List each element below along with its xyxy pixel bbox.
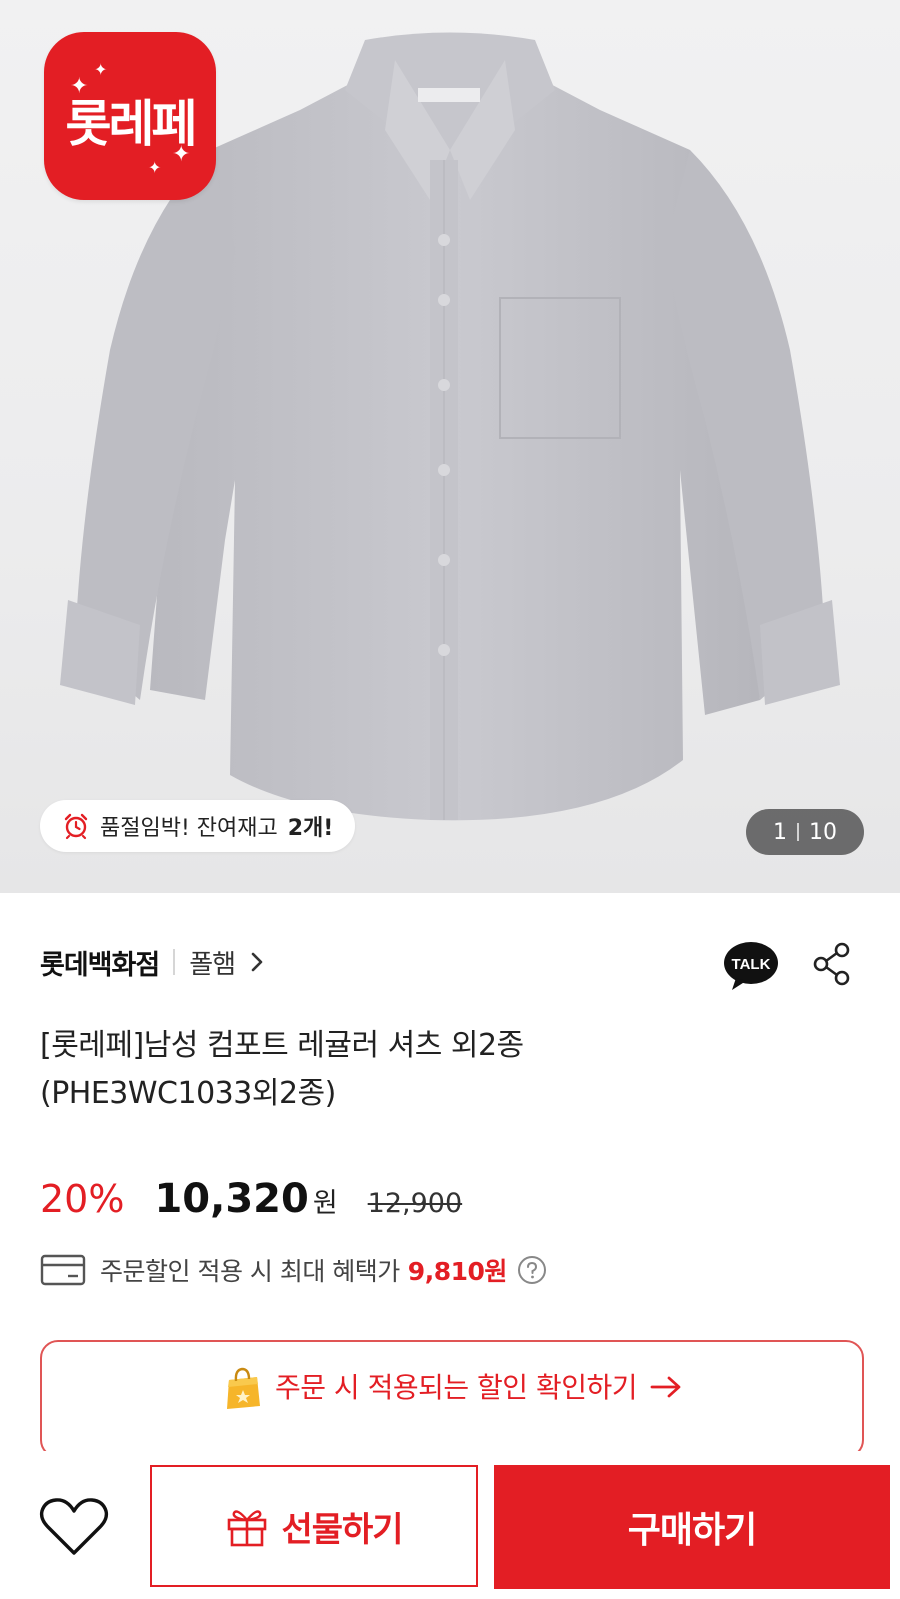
image-counter-current: 1	[773, 819, 787, 845]
product-image-gallery[interactable]: ✦ ✦ ✦ ✦ 롯레페 품절임박! 잔여재고 2개! 1 10	[0, 0, 900, 893]
original-price: 12,900	[367, 1188, 463, 1219]
product-title-line2: (PHE3WC1033외2종)	[40, 1076, 336, 1111]
sparkle-icon: ✦	[94, 60, 108, 79]
price-row: 20% 10,320 원 12,900	[40, 1176, 462, 1228]
heart-icon[interactable]	[38, 1495, 110, 1559]
benefit-text: 주문할인 적용 시 최대 혜택가	[100, 1257, 400, 1286]
image-counter-total: 10	[809, 819, 837, 845]
product-title: [롯레페]남성 컴포트 레귤러 셔츠 외2종 (PHE3WC1033외2종)	[40, 1022, 860, 1118]
brand-badge-text: 롯레페	[65, 95, 198, 153]
benefit-amount: 9,810원	[407, 1257, 508, 1286]
buy-button[interactable]: 구매하기	[494, 1465, 890, 1589]
check-discount-button[interactable]: 주문 시 적용되는 할인 확인하기	[40, 1340, 864, 1458]
kakao-talk-icon[interactable]: TALK	[722, 940, 780, 992]
shopping-bag-icon	[227, 1367, 260, 1409]
currency-unit: 원	[312, 1188, 338, 1219]
store-name[interactable]: 롯데백화점	[40, 943, 160, 982]
gift-button[interactable]: 선물하기	[150, 1465, 478, 1587]
counter-divider	[797, 823, 799, 841]
gift-button-label: 선물하기	[281, 1509, 403, 1550]
divider	[173, 949, 176, 975]
arrow-right-icon	[650, 1376, 681, 1398]
svg-text:TALK: TALK	[732, 956, 771, 973]
discount-rate: 20%	[40, 1177, 125, 1221]
bottom-action-bar: 선물하기 구매하기	[0, 1451, 900, 1599]
alarm-clock-icon	[64, 813, 88, 840]
stock-notice-text: 품절임박! 잔여재고	[100, 816, 278, 841]
sparkle-icon: ✦	[148, 158, 162, 177]
share-icon[interactable]	[812, 942, 852, 986]
stock-count: 2개!	[287, 816, 334, 841]
image-counter: 1 10	[746, 809, 864, 855]
low-stock-notice: 품절임박! 잔여재고 2개!	[40, 800, 356, 852]
store-info: 롯데백화점 폴햄	[40, 940, 265, 984]
chevron-right-icon[interactable]	[249, 951, 265, 973]
product-title-line1: [롯레페]남성 컴포트 레귤러 셔츠 외2종	[40, 1028, 524, 1063]
gift-icon	[228, 1510, 267, 1547]
credit-card-icon	[40, 1254, 86, 1286]
product-detail-page: ✦ ✦ ✦ ✦ 롯레페 품절임박! 잔여재고 2개! 1 10 롯데백화점 폴햄…	[0, 0, 900, 1599]
check-discount-label: 주문 시 적용되는 할인 확인하기	[275, 1371, 637, 1404]
max-benefit-row: 주문할인 적용 시 최대 혜택가 9,810원	[40, 1250, 547, 1290]
brand-badge: ✦ ✦ ✦ ✦ 롯레페	[44, 32, 216, 200]
question-icon[interactable]	[517, 1255, 547, 1285]
brand-link[interactable]: 폴햄	[189, 944, 236, 981]
buy-button-label: 구매하기	[627, 1510, 757, 1551]
sale-price: 10,320	[154, 1176, 309, 1222]
